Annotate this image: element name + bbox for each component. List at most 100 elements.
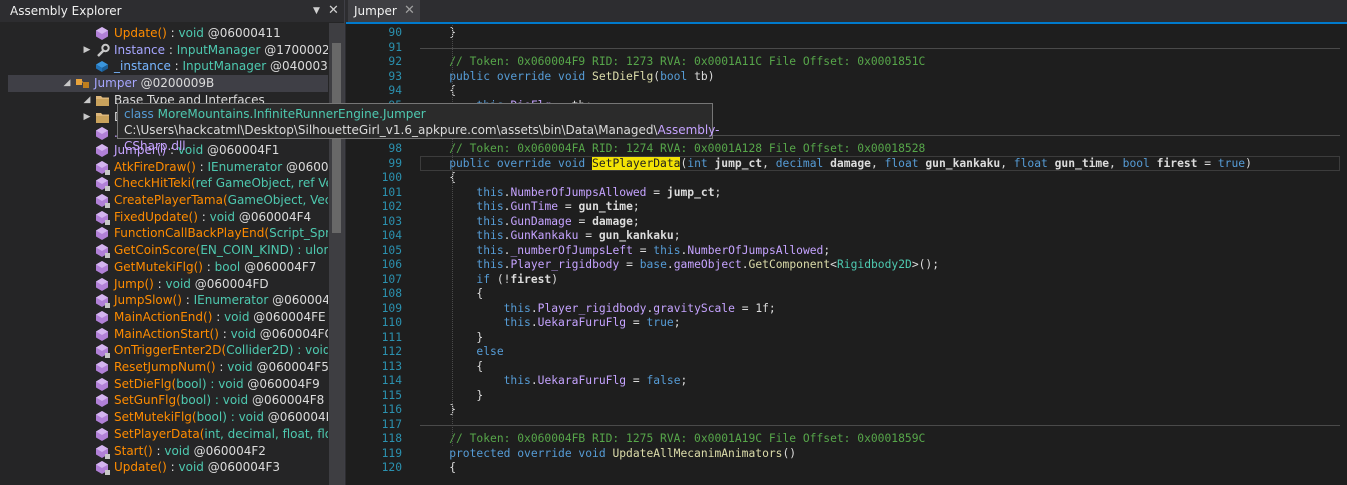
member-name: SetMutekiFlg( (114, 410, 197, 425)
member-name: FunctionCallBackPlayEnd( (114, 226, 270, 241)
tree-item[interactable]: SetPlayerData(int, decimal, float, float… (8, 426, 328, 443)
tree-item[interactable]: SetDieFlg(bool) : void @060004F9 (8, 376, 328, 393)
member-type: Script_Sprite (269, 226, 328, 241)
tree-item[interactable]: ▶ Instance : InputManager @17000026 (8, 42, 328, 59)
chevron-right-icon[interactable]: ▶ (82, 42, 92, 59)
code-token: = (571, 214, 593, 228)
member-separator: : (170, 59, 183, 74)
tree-item[interactable]: _instance : InputManager @04000335 (8, 58, 328, 75)
tree-item[interactable]: OnTriggerEnter2D(Collider2D) : void @0 (8, 342, 328, 359)
member-separator: : (215, 360, 228, 374)
method-lock-icon (95, 293, 110, 309)
tooltip-keyword: class (124, 107, 154, 121)
tree-item[interactable]: CreatePlayerTama(GameObject, Vecto (8, 192, 328, 209)
member-name: Jumper (94, 76, 137, 91)
method-icon (95, 260, 110, 275)
member-separator: : (195, 159, 208, 174)
tree-item[interactable]: FunctionCallBackPlayEnd(Script_Sprite (8, 225, 328, 242)
document-tabbar: Jumper ✕ (346, 0, 1347, 22)
code-token: int (687, 156, 708, 170)
tree-item[interactable]: AtkFireDraw() : IEnumerator @0600050 (8, 159, 328, 176)
code-token: this (476, 229, 504, 242)
member-name: CheckHitTeki( (114, 176, 196, 191)
tree-item[interactable]: GetMutekiFlg() : bool @060004F7 (8, 259, 328, 276)
assembly-tree[interactable]: Update() : void @06000411 ▶ Instance : Inp… (8, 23, 328, 485)
tree-item[interactable]: Start() : void @060004F2 (8, 443, 328, 460)
member-type: ref GameObject, ref Vecto (195, 176, 328, 191)
code-token: >(); (911, 258, 940, 271)
member-type: bool) : void (196, 410, 264, 425)
indent-guide (452, 25, 453, 446)
tree-item[interactable]: Jump() : void @060004FD (8, 276, 328, 293)
tooltip-path: C:\Users\hackcatml\Desktop\SilhouetteGir… (124, 123, 658, 137)
code-token: } (422, 26, 457, 39)
member-type: bool) : void (176, 376, 244, 391)
member-type: void (230, 326, 256, 341)
chevron-down-icon[interactable]: ◢ (62, 75, 72, 92)
member-name: AtkFireDraw() (114, 159, 196, 174)
tree-item-label: OnTriggerEnter2D(Collider2D) : void @0 (114, 342, 328, 359)
method-icon (95, 277, 110, 292)
code-token: tb) (687, 69, 715, 83)
tree-item[interactable]: SetGunFlg(bool) : void @060004F8 (8, 392, 328, 409)
tree-scrollbar[interactable] (329, 23, 344, 485)
code-line[interactable]: 120 { (346, 460, 1347, 476)
tab-jumper[interactable]: Jumper ✕ (348, 0, 420, 22)
chevron-right-icon[interactable]: ▶ (82, 109, 92, 126)
panel-menu-dropdown-icon[interactable]: ▼ (313, 0, 320, 22)
member-name: Jump() (114, 276, 154, 291)
tree-item[interactable]: Update() : void @06000411 (8, 25, 328, 42)
code-text: { (422, 460, 456, 476)
code-token: firest (510, 272, 552, 286)
tree-item[interactable]: ResetJumpNum() : void @060004F5 (8, 359, 328, 376)
tree-item-label: SetPlayerData(int, decimal, float, float… (114, 426, 328, 443)
member-token: @060004FC (255, 326, 328, 341)
code-token: this (653, 243, 681, 257)
member-name: SetDieFlg( (114, 376, 177, 391)
panel-title: Assembly Explorer (10, 4, 122, 18)
tree-item[interactable]: Update() : void @060004F3 (8, 459, 328, 476)
tree-item[interactable]: SetMutekiFlg(bool) : void @060004F6 (8, 409, 328, 426)
code-token: ; (823, 243, 831, 257)
tab-label: Jumper (354, 4, 397, 18)
tree-item[interactable]: MainActionStart() : void @060004FC (8, 326, 328, 343)
method-separator (420, 47, 1340, 49)
tab-close-icon[interactable]: ✕ (404, 0, 415, 22)
code-token: gun_time (578, 200, 633, 213)
tree-item[interactable]: GetCoinScore(EN_COIN_KIND) : ulong (8, 242, 328, 259)
code-token: { (422, 461, 457, 474)
code-token: public override void (422, 69, 593, 83)
member-separator: : (166, 460, 179, 475)
tree-item[interactable]: MainActionEnd() : void @060004FE (8, 309, 328, 326)
code-token: . (530, 316, 538, 329)
code-token: GunTime (510, 200, 559, 213)
code-token: // Token: 0x060004F9 RID: 1273 RVA: 0x00… (422, 55, 926, 68)
tree-item-label: CreatePlayerTama(GameObject, Vecto (114, 192, 328, 209)
code-token: this (476, 243, 504, 257)
tree-item[interactable]: FixedUpdate() : void @060004F4 (8, 209, 328, 226)
code-token: jump_ct (666, 185, 715, 199)
tree-item-label: MainActionEnd() : void @060004FE (114, 309, 326, 326)
tree-item-label: SetDieFlg(bool) : void @060004F9 (114, 376, 320, 393)
method-icon (95, 327, 110, 342)
tree-item[interactable]: JumpSlow() : IEnumerator @060004FF (8, 292, 328, 309)
method-separator (420, 424, 1340, 426)
code-token: Player_rigidbody (537, 301, 647, 315)
method-icon (95, 226, 110, 241)
member-name: Instance (114, 42, 166, 57)
tree-item[interactable]: ◢ Jumper @0200009B (8, 75, 328, 93)
member-token: @060004F6 (267, 410, 328, 425)
panel-close-icon[interactable]: ✕ (328, 0, 339, 22)
code-editor[interactable]: 90 } 91 92 // Token: 0x060004F9 RID: 1273 … (346, 22, 1347, 485)
code-token: NumberOfJumpsAllowed (510, 185, 647, 199)
tree-item[interactable]: CheckHitTeki(ref GameObject, ref Vecto (8, 175, 328, 192)
code-token: if (422, 272, 491, 286)
chevron-down-icon[interactable]: ◢ (82, 92, 92, 109)
code-token: ; (632, 214, 640, 228)
code-token: float (1013, 156, 1048, 170)
member-type: void (178, 460, 204, 475)
member-type: GameObject, Vecto (227, 193, 328, 207)
code-token: ; (673, 316, 681, 329)
